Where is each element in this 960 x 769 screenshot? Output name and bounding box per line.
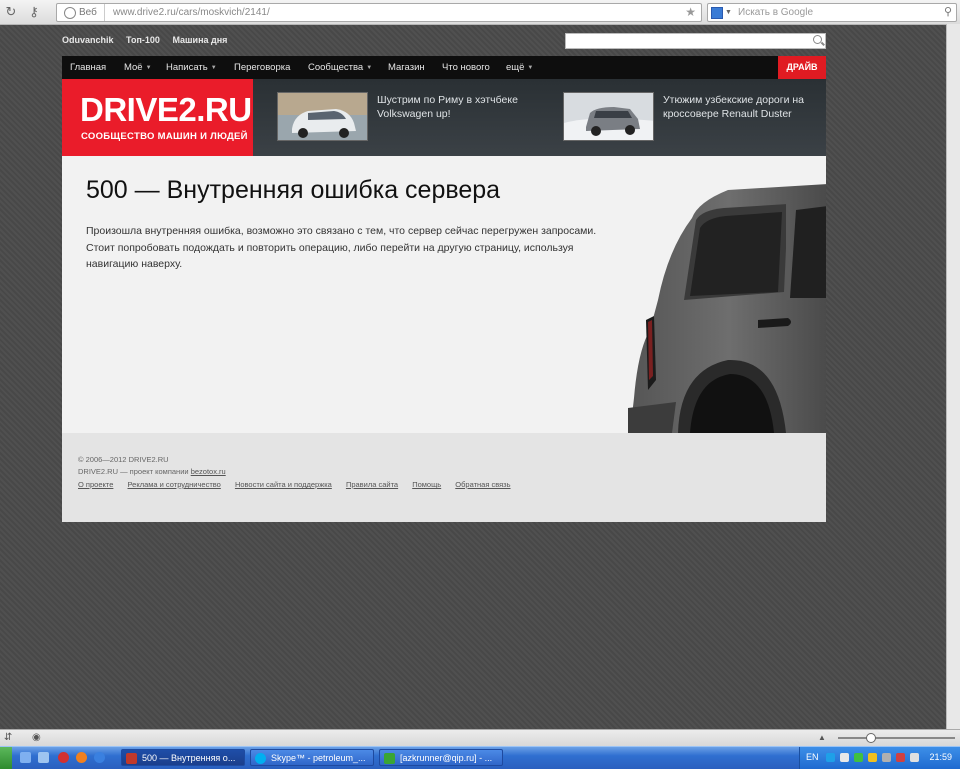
chevron-down-icon: ▼ [366, 65, 373, 71]
taskbar-item-qip[interactable]: [azkrunner@qip.ru] - ... [379, 749, 503, 766]
taskbar-item-browser[interactable]: 500 — Внутренняя о... [121, 749, 245, 766]
key-icon[interactable]: ⚷ [26, 4, 42, 20]
language-indicator[interactable]: EN [806, 752, 819, 762]
footer-link-rules[interactable]: Правила сайта [346, 480, 398, 489]
task-label: 500 — Внутренняя о... [142, 753, 236, 763]
browser-icon[interactable] [94, 752, 105, 763]
zoom-slider[interactable] [838, 737, 955, 739]
promo-thumbnail[interactable] [563, 92, 654, 141]
search-icon[interactable]: ⚲ [944, 4, 952, 21]
nav-item-mine[interactable]: Моё ▼ [124, 56, 152, 79]
clock[interactable]: 21:59 [929, 752, 952, 762]
footer-owner: DRIVE2.RU — проект компании bezotox.ru [78, 467, 226, 476]
chevron-down-icon: ▼ [210, 65, 217, 71]
page-footer: © 2006—2012 DRIVE2.RU DRIVE2.RU — проект… [62, 433, 826, 522]
tray-icon[interactable] [896, 753, 905, 762]
footer-link-ads[interactable]: Реклама и сотрудничество [127, 480, 220, 489]
desktop-icon[interactable] [20, 752, 31, 763]
chevron-down-icon: ▼ [145, 65, 152, 71]
top-link-user[interactable]: Oduvanchik [62, 35, 114, 45]
zoom-out-icon[interactable]: ▲ [818, 733, 826, 742]
opera-icon [126, 753, 137, 764]
page-title: 500 — Внутренняя ошибка сервера [86, 176, 501, 204]
volume-icon[interactable] [910, 753, 919, 762]
window-icon[interactable] [38, 752, 49, 763]
footer-link-about[interactable]: О проекте [78, 480, 113, 489]
start-button[interactable] [0, 747, 12, 769]
tray-icon[interactable] [854, 753, 863, 762]
nav-item-more[interactable]: ещё ▼ [506, 56, 533, 79]
footer-copyright: © 2006—2012 DRIVE2.RU [78, 455, 169, 464]
windows-taskbar: 500 — Внутренняя о... Skype™ - petroleum… [0, 746, 960, 769]
firefox-icon[interactable] [76, 752, 87, 763]
search-icon[interactable] [813, 35, 822, 44]
top-link-top100[interactable]: Топ-100 [126, 35, 160, 45]
google-icon [711, 7, 723, 19]
system-tray: EN 21:59 [799, 747, 960, 769]
footer-owner-link[interactable]: bezotox.ru [191, 467, 226, 476]
suv-illustration [628, 184, 826, 433]
vertical-scrollbar[interactable] [946, 24, 960, 729]
nav-item-shop[interactable]: Магазин [388, 56, 425, 79]
nav-item-communities[interactable]: Сообщества ▼ [308, 56, 372, 79]
chevron-down-icon[interactable]: ▼ [725, 4, 732, 21]
tray-icon[interactable] [868, 753, 877, 762]
promo-thumbnail[interactable] [277, 92, 368, 141]
panel-toggle-icon[interactable]: ⇵ [4, 732, 12, 743]
footer-link-feedback[interactable]: Обратная связь [455, 480, 510, 489]
top-link-car-of-day[interactable]: Машина дня [172, 35, 227, 45]
logo-title: DRIVE2.RU [80, 91, 252, 128]
site-logo[interactable]: DRIVE2.RU СООБЩЕСТВО МАШИН И ЛЮДЕЙ [62, 79, 253, 164]
url-text[interactable]: www.drive2.ru/cars/moskvich/2141/ [113, 4, 270, 21]
zoom-slider-handle[interactable] [866, 733, 876, 743]
tray-icon[interactable] [840, 753, 849, 762]
nav-item-home[interactable]: Главная [70, 56, 106, 79]
error-content: 500 — Внутренняя ошибка сервера Произошл… [62, 156, 826, 433]
address-bar[interactable]: Веб www.drive2.ru/cars/moskvich/2141/ ★ [56, 3, 702, 22]
promo-text[interactable]: Шустрим по Риму в хэтчбеке Volkswagen up… [377, 93, 547, 121]
chevron-down-icon: ▼ [527, 65, 534, 71]
network-icon[interactable] [882, 753, 891, 762]
skype-icon [255, 753, 266, 764]
top-links: Oduvanchik Топ-100 Машина дня [62, 35, 237, 45]
nav-item-chat[interactable]: Переговорка [234, 56, 290, 79]
footer-owner-text: DRIVE2.RU — проект компании [78, 467, 189, 476]
footer-link-help[interactable]: Помощь [412, 480, 441, 489]
browser-search-box[interactable]: ▼ Искать в Google ⚲ [707, 3, 957, 22]
promo-text[interactable]: Утюжим узбекские дороги на кроссовере Re… [663, 93, 833, 121]
tray-icon[interactable] [826, 753, 835, 762]
task-label: [azkrunner@qip.ru] - ... [400, 753, 493, 763]
site-search-input[interactable] [565, 33, 826, 49]
error-message: Произошла внутренняя ошибка, возможно эт… [86, 225, 597, 270]
footer-links: О проекте Реклама и сотрудничество Новос… [78, 480, 523, 489]
browser-toolbar: ↻ ⚷ Веб www.drive2.ru/cars/moskvich/2141… [0, 0, 960, 25]
nav-item-write[interactable]: Написать ▼ [166, 56, 217, 79]
browser-statusbar: ⇵ ◉ ▲ [0, 729, 960, 746]
bookmark-star-icon[interactable]: ★ [685, 4, 696, 21]
search-placeholder[interactable]: Искать в Google [738, 4, 813, 21]
qip-icon [384, 753, 395, 764]
main-nav: Главная Моё ▼ Написать ▼ Переговорка Сообщ… [62, 56, 826, 79]
footer-link-news[interactable]: Новости сайта и поддержка [235, 480, 332, 489]
logo-tagline: СООБЩЕСТВО МАШИН И ЛЮДЕЙ [81, 131, 248, 142]
taskbar-item-skype[interactable]: Skype™ - petroleum_... [250, 749, 374, 766]
opera-icon[interactable] [58, 752, 69, 763]
mode-selector[interactable]: Веб [61, 4, 105, 21]
drive2-page: Oduvanchik Топ-100 Машина дня Главная Мо… [62, 28, 826, 522]
task-label: Skype™ - petroleum_... [271, 753, 366, 763]
mode-label: Веб [79, 7, 97, 18]
nav-item-whats-new[interactable]: Что нового [442, 56, 490, 79]
reload-icon[interactable]: ↻ [3, 4, 19, 20]
drive-button[interactable]: ДРАЙВ [778, 56, 826, 79]
turbo-icon[interactable]: ◉ [32, 732, 41, 743]
globe-icon [64, 7, 76, 19]
top-line: Oduvanchik Топ-100 Машина дня [62, 28, 826, 54]
